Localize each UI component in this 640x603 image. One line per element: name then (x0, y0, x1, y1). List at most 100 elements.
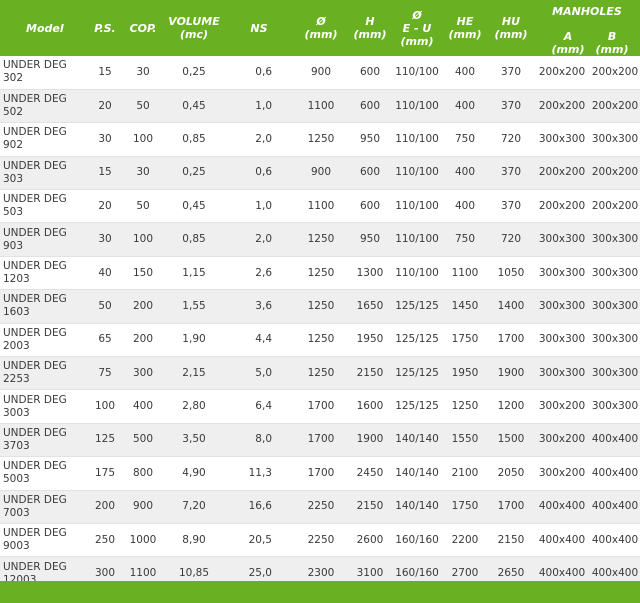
cell-he: 750 (442, 122, 488, 157)
cell-h: 2600 (348, 523, 392, 558)
cell-volume: 7,20 (164, 490, 224, 524)
cell-eu: 140/140 (392, 423, 442, 458)
header-eu-label: E - U (402, 21, 432, 35)
cell-manhole-a: 300x300 (534, 356, 590, 391)
cell-ns: 2,0 (224, 122, 294, 157)
cell-ns: 0,6 (224, 156, 294, 191)
cell-model-line2: 302 (3, 72, 24, 85)
cell-diameter: 2250 (294, 523, 348, 558)
cell-ps: 30 (88, 222, 122, 257)
cell-hu: 370 (488, 89, 534, 124)
cell-cop: 300 (122, 356, 164, 391)
cell-model-line2: 3703 (3, 439, 30, 452)
cell-diameter: 1100 (294, 189, 348, 224)
cell-model-line1: UNDER DEG (3, 426, 67, 439)
table-row: UNDER DEG 3003 100 400 2,80 6,4 1700 1600 125/12… (0, 389, 640, 424)
cell-volume: 1,55 (164, 289, 224, 324)
cell-model-line1: UNDER DEG (3, 93, 67, 106)
cell-volume: 0,45 (164, 189, 224, 224)
cell-volume: 2,15 (164, 356, 224, 391)
cell-diameter: 1250 (294, 256, 348, 291)
cell-model-line2: 3003 (3, 406, 30, 419)
cell-ns: 2,0 (224, 222, 294, 257)
header-manholes-label: MANHOLES (552, 5, 622, 18)
header-ns: NS (224, 0, 294, 56)
cell-manhole-b: 300x300 (590, 289, 640, 324)
cell-manhole-b: 300x300 (590, 256, 640, 291)
cell-ps: 50 (88, 289, 122, 324)
cell-model-line1: UNDER DEG (3, 460, 67, 473)
cell-model-line2: 5003 (3, 473, 30, 486)
cell-manhole-a: 300x300 (534, 222, 590, 257)
cell-manhole-a: 300x300 (534, 289, 590, 324)
table-row: UNDER DEG 9003 250 1000 8,90 20,5 2250 2600 160/… (0, 523, 640, 558)
cell-model-line2: 2253 (3, 373, 30, 386)
cell-cop: 30 (122, 156, 164, 191)
table-row: UNDER DEG 903 30 100 0,85 2,0 1250 950 110/100 75… (0, 222, 640, 257)
cell-h: 950 (348, 122, 392, 157)
cell-diameter: 1250 (294, 222, 348, 257)
cell-eu: 110/100 (392, 89, 442, 124)
cell-manhole-b: 400x400 (590, 423, 640, 458)
cell-manhole-a: 300x300 (534, 122, 590, 157)
cell-ns: 5,0 (224, 356, 294, 391)
cell-ps: 75 (88, 356, 122, 391)
cell-manhole-b: 300x300 (590, 222, 640, 257)
cell-manhole-a: 200x200 (534, 189, 590, 224)
cell-model: UNDER DEG 2253 (0, 356, 88, 391)
header-volume-label: VOLUME (168, 15, 220, 28)
header-hu-label: HU (501, 15, 521, 28)
cell-volume: 3,50 (164, 423, 224, 458)
header-diameter-label: Ø (316, 15, 326, 28)
cell-cop: 150 (122, 256, 164, 291)
cell-h: 600 (348, 56, 392, 90)
cell-ps: 40 (88, 256, 122, 291)
header-h: H (mm) (348, 0, 392, 56)
cell-eu: 140/140 (392, 490, 442, 524)
cell-manhole-a: 400x400 (534, 490, 590, 524)
cell-hu: 1200 (488, 389, 534, 424)
cell-h: 1950 (348, 323, 392, 358)
cell-model-line2: 1603 (3, 306, 30, 319)
cell-model-line2: 902 (3, 139, 24, 152)
cell-ns: 20,5 (224, 523, 294, 558)
cell-model-line2: 9003 (3, 540, 30, 553)
cell-manhole-b: 200x200 (590, 156, 640, 191)
cell-eu: 110/100 (392, 56, 442, 90)
cell-hu: 1050 (488, 256, 534, 291)
table-row: UNDER DEG 3703 125 500 3,50 8,0 1700 1900 140/14… (0, 423, 640, 458)
cell-eu: 125/125 (392, 323, 442, 358)
cell-volume: 0,25 (164, 56, 224, 90)
header-eu-unit: (mm) (400, 34, 434, 48)
cell-diameter: 1250 (294, 356, 348, 391)
cell-h: 600 (348, 89, 392, 124)
cell-diameter: 1700 (294, 456, 348, 491)
cell-he: 1750 (442, 323, 488, 358)
cell-ns: 16,6 (224, 490, 294, 524)
cell-volume: 4,90 (164, 456, 224, 491)
cell-model-line2: 303 (3, 172, 24, 185)
cell-h: 2450 (348, 456, 392, 491)
cell-manhole-b: 200x200 (590, 189, 640, 224)
cell-volume: 8,90 (164, 523, 224, 558)
cell-eu: 140/140 (392, 456, 442, 491)
cell-h: 1650 (348, 289, 392, 324)
cell-model: UNDER DEG 3703 (0, 423, 88, 458)
cell-model-line1: UNDER DEG (3, 393, 67, 406)
cell-diameter: 1100 (294, 89, 348, 124)
table-row: UNDER DEG 302 15 30 0,25 0,6 900 600 110/100 400 3… (0, 56, 640, 90)
cell-ns: 2,6 (224, 256, 294, 291)
cell-diameter: 1250 (294, 122, 348, 157)
cell-eu: 110/100 (392, 156, 442, 191)
cell-volume: 0,25 (164, 156, 224, 191)
cell-hu: 2150 (488, 523, 534, 558)
cell-model-line1: UNDER DEG (3, 360, 67, 373)
cell-model-line1: UNDER DEG (3, 560, 67, 573)
cell-diameter: 1700 (294, 389, 348, 424)
cell-ps: 100 (88, 389, 122, 424)
cell-diameter: 900 (294, 56, 348, 90)
cell-eu: 110/100 (392, 256, 442, 291)
cell-h: 950 (348, 222, 392, 257)
table-header: Model P.S. COP. VOLUME (mc) NS Ø (mm) H (mm… (0, 0, 640, 56)
table-row: UNDER DEG 503 20 50 0,45 1,0 1100 600 110/100 400… (0, 189, 640, 224)
